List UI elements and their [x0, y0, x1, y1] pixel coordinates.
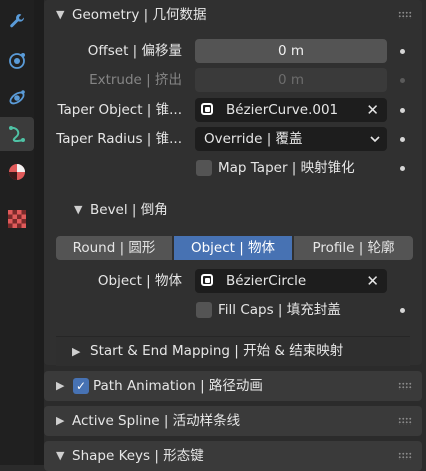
keyframe-dot-icon[interactable] — [400, 308, 405, 313]
taper-object-label: Taper Object | 锥... — [57, 102, 182, 118]
curve-data-icon[interactable] — [7, 124, 27, 144]
chevron-down-icon[interactable]: ▼ — [74, 195, 82, 225]
material-icon[interactable] — [7, 162, 27, 182]
taper-object-field[interactable]: BézierCurve.001 ✕ — [195, 98, 387, 122]
keyframe-dot-icon[interactable] — [400, 166, 405, 171]
physics-icon[interactable] — [7, 88, 27, 108]
taper-radius-value: Override | 覆盖 — [204, 131, 303, 147]
chevron-right-icon[interactable]: ▶ — [56, 371, 64, 401]
keyframe-dot-icon[interactable] — [400, 108, 405, 113]
keyframe-dot-icon[interactable] — [400, 78, 405, 83]
texture-icon[interactable] — [7, 209, 27, 229]
bevel-object-field[interactable]: BézierCircle ✕ — [195, 269, 387, 293]
clear-icon[interactable]: ✕ — [366, 269, 379, 293]
path-animation-panel-header[interactable]: ▶ ✓ Path Animation | 路径动画 — [44, 371, 422, 401]
start-end-mapping-header[interactable]: ▶ Start & End Mapping | 开始 & 结束映射 — [56, 336, 410, 366]
chevron-down-icon[interactable]: ▼ — [56, 441, 64, 471]
wrench-icon[interactable] — [7, 11, 27, 31]
active-spline-title: Active Spline | 活动样条线 — [72, 413, 241, 429]
chevron-right-icon[interactable]: ▶ — [56, 406, 64, 436]
extrude-field[interactable]: 0 m — [195, 68, 387, 92]
drag-grip-icon[interactable] — [398, 11, 412, 19]
chevron-down-icon — [369, 127, 381, 159]
bevel-mode-profile[interactable]: Profile | 轮廓 — [294, 236, 413, 260]
taper-radius-dropdown[interactable]: Override | 覆盖 — [195, 127, 387, 151]
geometry-panel-title: Geometry | 几何数据 — [72, 7, 207, 23]
path-animation-title: Path Animation | 路径动画 — [93, 378, 263, 394]
bevel-panel-title[interactable]: Bevel | 倒角 — [90, 195, 168, 225]
extrude-label: Extrude | 挤出 — [89, 72, 182, 88]
taper-object-value: BézierCurve.001 — [226, 102, 339, 118]
drag-grip-icon[interactable] — [398, 382, 412, 390]
bevel-mode-object[interactable]: Object | 物体 — [174, 236, 292, 260]
shape-keys-panel-header[interactable]: ▼ Shape Keys | 形态键 — [44, 441, 422, 471]
active-spline-panel-header[interactable]: ▶ Active Spline | 活动样条线 — [44, 406, 422, 436]
fill-caps-checkbox[interactable] — [196, 302, 212, 318]
bevel-object-value: BézierCircle — [226, 273, 307, 289]
particles-icon[interactable] — [7, 51, 27, 71]
chevron-down-icon[interactable]: ▼ — [56, 0, 64, 30]
drag-grip-icon[interactable] — [398, 452, 412, 460]
bevel-mode-round[interactable]: Round | 圆形 — [56, 236, 172, 260]
curve-object-icon — [201, 274, 213, 286]
shape-keys-title: Shape Keys | 形态键 — [72, 448, 204, 464]
fill-caps-label[interactable]: Fill Caps | 填充封盖 — [218, 298, 341, 322]
map-taper-checkbox[interactable] — [196, 160, 212, 176]
curve-object-icon — [201, 103, 213, 115]
start-end-mapping-title: Start & End Mapping | 开始 & 结束映射 — [90, 343, 344, 359]
keyframe-dot-icon[interactable] — [400, 49, 405, 54]
offset-field[interactable]: 0 m — [195, 39, 387, 63]
drag-grip-icon[interactable] — [398, 417, 412, 425]
chevron-right-icon[interactable]: ▶ — [72, 337, 80, 366]
bevel-object-label: Object | 物体 — [97, 273, 182, 289]
sidebar-divider — [34, 0, 44, 465]
taper-radius-label: Taper Radius | 锥... — [56, 131, 182, 147]
offset-label: Offset | 偏移量 — [87, 43, 182, 59]
keyframe-dot-icon[interactable] — [400, 137, 405, 142]
properties-tab-sidebar — [0, 0, 34, 465]
path-animation-checkbox[interactable]: ✓ — [73, 378, 89, 394]
map-taper-label[interactable]: Map Taper | 映射锥化 — [218, 156, 355, 180]
clear-icon[interactable]: ✕ — [366, 98, 379, 122]
geometry-panel-header[interactable]: ▼ Geometry | 几何数据 — [44, 0, 422, 30]
